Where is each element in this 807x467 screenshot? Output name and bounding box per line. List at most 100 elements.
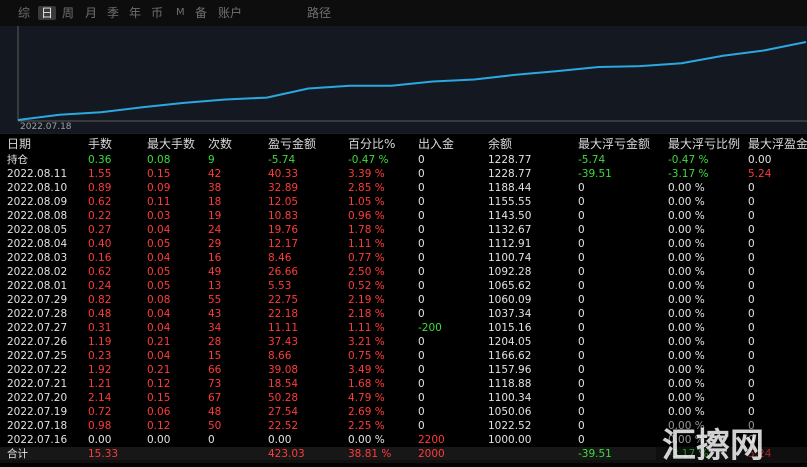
cell-lots: 0.24: [88, 280, 112, 292]
cell-max-lots: 0.04: [147, 350, 171, 362]
cell-max-float-gain: 0: [748, 364, 755, 376]
table-row[interactable]: 2022.08.09 0.62 0.11 18 12.05 1.05 % 0 1155.55 0…: [0, 195, 807, 209]
cell-max-float-loss: -39.51: [578, 168, 612, 180]
cell-date: 2022.08.10: [7, 182, 68, 194]
cell-flow: 0: [418, 154, 425, 166]
table-row[interactable]: 2022.08.03 0.16 0.04 16 8.46 0.77 % 0 1100.74 0 0…: [0, 251, 807, 265]
cell-lots: 1.92: [88, 364, 112, 376]
cell-max-lots: 0.00: [147, 434, 171, 446]
cell-pct: 1.68 %: [348, 378, 385, 390]
table-row[interactable]: 2022.08.04 0.40 0.05 29 12.17 1.11 % 0 1112.91 0…: [0, 237, 807, 251]
cell-lots: 2.14: [88, 392, 112, 404]
cell-pnl: 32.89: [268, 182, 299, 194]
cell-max-float-gain: 0: [748, 378, 755, 390]
cell-max-float-loss: 0: [578, 224, 585, 236]
tab-month[interactable]: 月: [85, 6, 97, 20]
cell-lots: 0.23: [88, 350, 112, 362]
col-balance[interactable]: 余额: [488, 137, 512, 151]
table-row[interactable]: 2022.08.02 0.62 0.05 49 26.66 2.50 % 0 1092.28 0…: [0, 265, 807, 279]
tab-week[interactable]: 周: [62, 6, 74, 20]
tab-path[interactable]: 路径: [307, 6, 331, 20]
table-row[interactable]: 2022.07.20 2.14 0.15 67 50.28 4.79 % 0 1100.34 0…: [0, 391, 807, 405]
cell-pct: 38.81 %: [348, 448, 392, 460]
cell-pct: 2.50 %: [348, 266, 385, 278]
cell-date: 持仓: [7, 154, 28, 166]
table-row[interactable]: 2022.07.25 0.23 0.04 15 8.66 0.75 % 0 1166.62 0 0…: [0, 349, 807, 363]
cell-max-float-gain: 0: [748, 336, 755, 348]
table-header: 日期 手数 最大手数 次数 盈亏金额 百分比% 出入金 余额 最大浮亏金额 最大…: [0, 137, 807, 151]
cell-max-float-gain: 0: [748, 196, 755, 208]
cell-max-float-gain: 0: [748, 252, 755, 264]
cell-count: 48: [208, 406, 222, 418]
cell-date: 2022.07.26: [7, 336, 68, 348]
tab-quarter[interactable]: 季: [107, 6, 119, 20]
cell-max-float-loss: -5.74: [578, 154, 606, 166]
col-lots[interactable]: 手数: [88, 137, 112, 151]
table-position-row[interactable]: 持仓 0.36 0.08 9 -5.74 -0.47 % 0 1228.77 -5.74 -0.4…: [0, 153, 807, 167]
cell-pct: 0.75 %: [348, 350, 385, 362]
col-flow[interactable]: 出入金: [418, 137, 454, 151]
col-pct[interactable]: 百分比%: [348, 137, 395, 151]
table-row[interactable]: 2022.08.11 1.55 0.15 42 40.33 3.39 % 0 1228.77 -…: [0, 167, 807, 181]
tab-day[interactable]: 日: [38, 6, 57, 20]
table-row[interactable]: 2022.07.28 0.48 0.04 43 22.18 2.18 % 0 1037.34 0…: [0, 307, 807, 321]
table-row[interactable]: 2022.07.29 0.82 0.08 55 22.75 2.19 % 0 1060.09 0…: [0, 293, 807, 307]
cell-balance: 1228.77: [488, 168, 532, 180]
cell-max-lots: 0.08: [147, 294, 171, 306]
cell-pct: 1.78 %: [348, 224, 385, 236]
cell-max-float-loss: 0: [578, 252, 585, 264]
table-row[interactable]: 2022.08.01 0.24 0.05 13 5.53 0.52 % 0 1065.62 0 0…: [0, 279, 807, 293]
cell-lots: 0.40: [88, 238, 112, 250]
cell-count: 24: [208, 224, 222, 236]
cell-count: 38: [208, 182, 222, 194]
table-row[interactable]: 2022.08.08 0.22 0.03 19 10.83 0.96 % 0 1143.50 0…: [0, 209, 807, 223]
cell-balance: 1037.34: [488, 308, 532, 320]
balance-chart-svg: [17, 26, 807, 122]
cell-max-lots: 0.03: [147, 210, 171, 222]
tab-overview[interactable]: 综: [18, 6, 30, 20]
cell-flow: 2200: [418, 434, 445, 446]
table-row[interactable]: 2022.07.27 0.31 0.04 34 11.11 1.11 % -200 1015.…: [0, 321, 807, 335]
cell-count: 9: [208, 154, 215, 166]
col-max-float-loss[interactable]: 最大浮亏金额: [578, 137, 650, 151]
cell-max-lots: 0.12: [147, 378, 171, 390]
col-max-float-gain[interactable]: 最大浮盈金: [748, 137, 807, 151]
cell-max-lots: 0.05: [147, 238, 171, 250]
cell-max-float-gain: 5.24: [748, 168, 772, 180]
table-row[interactable]: 2022.07.21 1.21 0.12 73 18.54 1.68 % 0 1118.88 0…: [0, 377, 807, 391]
cell-lots: 1.55: [88, 168, 112, 180]
cell-balance: 1050.06: [488, 406, 532, 418]
col-count[interactable]: 次数: [208, 137, 232, 151]
cell-count: 50: [208, 420, 222, 432]
col-max-float-loss-pct[interactable]: 最大浮亏比例: [668, 137, 740, 151]
cell-max-lots: 0.21: [147, 336, 171, 348]
cell-lots: 0.31: [88, 322, 112, 334]
table-row[interactable]: 2022.07.22 1.92 0.21 66 39.08 3.49 % 0 1157.96 0…: [0, 363, 807, 377]
col-pnl[interactable]: 盈亏金额: [268, 137, 316, 151]
tab-currency[interactable]: 币: [151, 6, 163, 20]
cell-flow: 0: [418, 168, 425, 180]
cell-lots: 0.89: [88, 182, 112, 194]
col-max-lots[interactable]: 最大手数: [147, 137, 195, 151]
cell-max-float-loss: 0: [578, 434, 585, 446]
tab-account[interactable]: 账户: [218, 6, 242, 20]
table-row[interactable]: 2022.08.10 0.89 0.09 38 32.89 2.85 % 0 1188.44 0…: [0, 181, 807, 195]
cell-max-float-loss: 0: [578, 336, 585, 348]
cell-lots: 1.19: [88, 336, 112, 348]
tab-notes[interactable]: 备: [195, 6, 207, 20]
cell-pnl: 50.28: [268, 392, 299, 404]
tab-year[interactable]: 年: [129, 6, 141, 20]
cell-date: 2022.08.03: [7, 252, 68, 264]
cell-max-lots: 0.04: [147, 252, 171, 264]
cell-pct: 0.00 %: [348, 434, 385, 446]
cell-max-float-loss: 0: [578, 294, 585, 306]
col-date[interactable]: 日期: [7, 137, 31, 151]
tab-m[interactable]: M: [176, 6, 185, 20]
cell-max-float-loss-pct: 0.00 %: [668, 238, 705, 250]
cell-date: 2022.08.08: [7, 210, 68, 222]
cell-max-lots: 0.11: [147, 196, 171, 208]
table-row[interactable]: 2022.07.26 1.19 0.21 28 37.43 3.21 % 0 1204.05 0…: [0, 335, 807, 349]
table-row[interactable]: 2022.08.05 0.27 0.04 24 19.76 1.78 % 0 1132.67 0…: [0, 223, 807, 237]
cell-lots: 0.16: [88, 252, 112, 264]
cell-date: 合计: [7, 448, 28, 460]
